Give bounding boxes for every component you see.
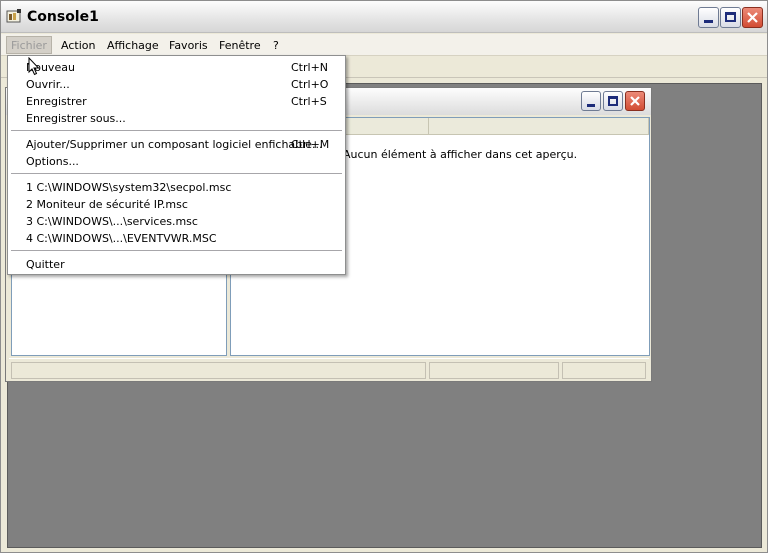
menu-item-enregistrer-sous[interactable]: Enregistrer sous... — [8, 110, 345, 127]
menu-item-label: Options... — [26, 155, 79, 168]
menu-item-label: Enregistrer sous... — [26, 112, 126, 125]
menu-item-recent-3[interactable]: 3 C:\WINDOWS\...\services.msc — [8, 213, 345, 230]
close-icon — [630, 96, 640, 106]
menu-help[interactable]: ? — [269, 37, 283, 55]
menu-item-label: Quitter — [26, 258, 65, 271]
child-minimize-button[interactable] — [581, 91, 601, 111]
menu-item-ouvrir[interactable]: Ouvrir... Ctrl+O — [8, 76, 345, 93]
main-window: Console1 Fichier Action Affichage Favori… — [0, 0, 768, 553]
menu-item-quitter[interactable]: Quitter — [8, 256, 345, 273]
menu-item-nouveau[interactable]: Nouveau Ctrl+N — [8, 59, 345, 76]
menu-item-recent-1[interactable]: 1 C:\WINDOWS\system32\secpol.msc — [8, 179, 345, 196]
child-close-button[interactable] — [625, 91, 645, 111]
menu-item-shortcut: Ctrl+M — [291, 138, 330, 151]
status-segment — [429, 362, 559, 379]
menu-separator — [11, 130, 342, 131]
menu-item-label: 3 C:\WINDOWS\...\services.msc — [26, 215, 198, 228]
maximize-icon — [608, 96, 618, 106]
menu-item-label: Enregistrer — [26, 95, 87, 108]
menu-item-shortcut: Ctrl+N — [291, 61, 329, 74]
minimize-icon — [704, 20, 713, 23]
menu-item-recent-4[interactable]: 4 C:\WINDOWS\...\EVENTVWR.MSC — [8, 230, 345, 247]
column-header[interactable] — [429, 118, 649, 135]
menu-fenetre[interactable]: Fenêtre — [215, 37, 265, 55]
menu-item-label: Ajouter/Supprimer un composant logiciel … — [26, 138, 323, 151]
child-maximize-button[interactable] — [603, 91, 623, 111]
titlebar[interactable]: Console1 — [1, 1, 767, 33]
empty-list-message: Aucun élément à afficher dans cet aperçu… — [343, 148, 578, 161]
menu-item-enregistrer[interactable]: Enregistrer Ctrl+S — [8, 93, 345, 110]
menu-item-shortcut: Ctrl+O — [291, 78, 329, 91]
menu-fichier[interactable]: Fichier — [6, 36, 52, 54]
status-bar — [9, 358, 649, 380]
menu-affichage[interactable]: Affichage — [103, 37, 163, 55]
window-title: Console1 — [27, 9, 99, 25]
menu-item-shortcut: Ctrl+S — [291, 95, 327, 108]
maximize-button[interactable] — [720, 7, 741, 28]
menu-item-label: Ouvrir... — [26, 78, 70, 91]
menu-item-options[interactable]: Options... — [8, 153, 345, 170]
menu-item-label: 1 C:\WINDOWS\system32\secpol.msc — [26, 181, 232, 194]
mouse-pointer-icon — [28, 57, 40, 76]
menu-item-label: 4 C:\WINDOWS\...\EVENTVWR.MSC — [26, 232, 217, 245]
menu-action[interactable]: Action — [57, 37, 99, 55]
status-segment — [562, 362, 646, 379]
close-icon — [747, 12, 758, 23]
maximize-icon — [725, 12, 736, 22]
minimize-button[interactable] — [698, 7, 719, 28]
menu-item-recent-2[interactable]: 2 Moniteur de sécurité IP.msc — [8, 196, 345, 213]
close-button[interactable] — [742, 7, 763, 28]
console-icon[interactable] — [6, 8, 23, 25]
menu-separator — [11, 173, 342, 174]
file-menu-dropdown: Nouveau Ctrl+N Ouvrir... Ctrl+O Enregist… — [7, 55, 346, 275]
menu-item-label: 2 Moniteur de sécurité IP.msc — [26, 198, 188, 211]
status-segment — [11, 362, 426, 379]
minimize-icon — [587, 104, 595, 107]
menu-item-ajouter-supprimer[interactable]: Ajouter/Supprimer un composant logiciel … — [8, 136, 345, 153]
menu-favoris[interactable]: Favoris — [165, 37, 212, 55]
menubar: Fichier Action Affichage Favoris Fenêtre… — [1, 34, 767, 56]
menu-separator — [11, 250, 342, 251]
